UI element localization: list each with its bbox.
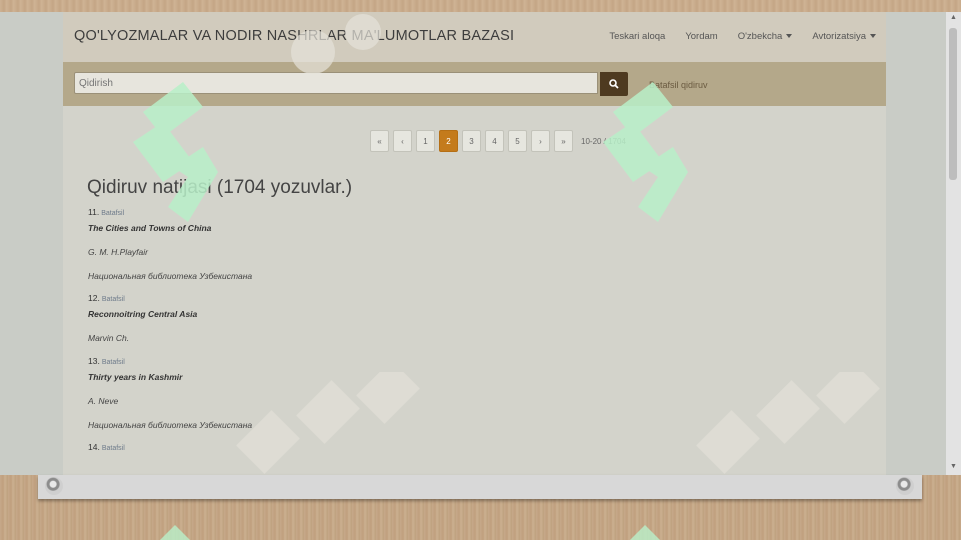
search-input[interactable]	[74, 72, 598, 94]
results-list: 11. Batafsil The Cities and Towns of Chin…	[88, 206, 588, 453]
nav-language-dropdown[interactable]: O'zbekcha	[738, 31, 793, 42]
record-number: 11.	[88, 207, 100, 217]
bolt-icon	[896, 477, 914, 495]
record-library: Национальная библиотека Узбекистана	[88, 420, 253, 430]
site-brand[interactable]: QO'LYOZMALAR VA NODIR NASHRLAR MA'LUMOTL…	[74, 28, 514, 44]
page-first[interactable]: «	[370, 130, 389, 152]
caret-down-icon	[870, 34, 876, 39]
record-author: Marvin Ch.	[88, 333, 130, 343]
watermark-logo	[630, 525, 660, 540]
display-mount-rail	[38, 475, 922, 499]
record-title: The Cities and Towns of China	[88, 223, 212, 233]
nav-links: Teskari aloqa Yordam O'zbekcha Avtorizat…	[609, 31, 876, 42]
record-title: Reconnoitring Central Asia	[88, 309, 198, 319]
page-2-current[interactable]: 2	[439, 130, 458, 152]
nav-feedback-link[interactable]: Teskari aloqa	[609, 31, 665, 42]
record-number: 12.	[88, 293, 100, 303]
watermark-logo	[160, 525, 190, 540]
navbar: QO'LYOZMALAR VA NODIR NASHRLAR MA'LUMOTL…	[63, 12, 886, 62]
results-title: Qidiruv natijasi (1704 yozuvlar.)	[87, 177, 353, 198]
list-item: 13. Batafsil Thirty years in Kashmir A. N…	[88, 355, 588, 432]
list-item: 14. Batafsil	[88, 441, 588, 453]
nav-login-dropdown[interactable]: Avtorizatsiya	[812, 31, 876, 42]
page-5[interactable]: 5	[508, 130, 527, 152]
details-link[interactable]: Batafsil	[102, 445, 125, 452]
scroll-down-arrow-icon[interactable]: ▼	[950, 463, 957, 470]
details-link[interactable]: Batafsil	[102, 359, 125, 366]
details-link[interactable]: Batafsil	[102, 296, 125, 303]
vertical-scrollbar[interactable]: ▲ ▼	[946, 12, 961, 475]
page-container: QO'LYOZMALAR VA NODIR NASHRLAR MA'LUMOTL…	[63, 12, 886, 475]
bolt-icon	[45, 477, 63, 495]
record-title: Thirty years in Kashmir	[88, 372, 183, 382]
record-library: Национальная библиотека Узбекистана	[88, 271, 253, 281]
nav-help-link[interactable]: Yordam	[685, 31, 717, 42]
page-1[interactable]: 1	[416, 130, 435, 152]
page-prev[interactable]: ‹	[393, 130, 412, 152]
search-bar: Batafsil qidiruv	[63, 62, 886, 106]
search-button[interactable]	[600, 72, 628, 96]
record-number: 14.	[88, 442, 100, 452]
login-label: Avtorizatsiya	[812, 31, 866, 42]
list-item: 12. Batafsil Reconnoitring Central Asia M…	[88, 292, 588, 345]
watermark-shape	[696, 372, 880, 474]
record-number: 13.	[88, 356, 100, 366]
language-label: O'zbekcha	[737, 31, 783, 42]
details-link[interactable]: Batafsil	[101, 210, 124, 217]
page-last[interactable]: »	[554, 130, 573, 152]
page-3[interactable]: 3	[462, 130, 481, 152]
wood-frame-top	[0, 0, 961, 12]
page-range-info: 10-20 / 1704	[581, 136, 626, 146]
list-item: 11. Batafsil The Cities and Towns of Chin…	[88, 206, 588, 283]
scroll-thumb[interactable]	[949, 28, 957, 180]
caret-down-icon	[786, 34, 793, 39]
advanced-search-link[interactable]: Batafsil qidiruv	[649, 80, 708, 90]
page-4[interactable]: 4	[485, 130, 504, 152]
record-author: A. Neve	[88, 396, 119, 406]
page-next[interactable]: ›	[531, 130, 550, 152]
pagination: « ‹ 1 2 3 4 5 › » 10-20 / 1704	[370, 130, 630, 152]
record-author: G. M. H.Playfair	[88, 247, 148, 257]
browser-viewport: QO'LYOZMALAR VA NODIR NASHRLAR MA'LUMOTL…	[0, 12, 961, 475]
scroll-up-arrow-icon[interactable]: ▲	[950, 14, 957, 21]
search-icon	[609, 79, 619, 89]
